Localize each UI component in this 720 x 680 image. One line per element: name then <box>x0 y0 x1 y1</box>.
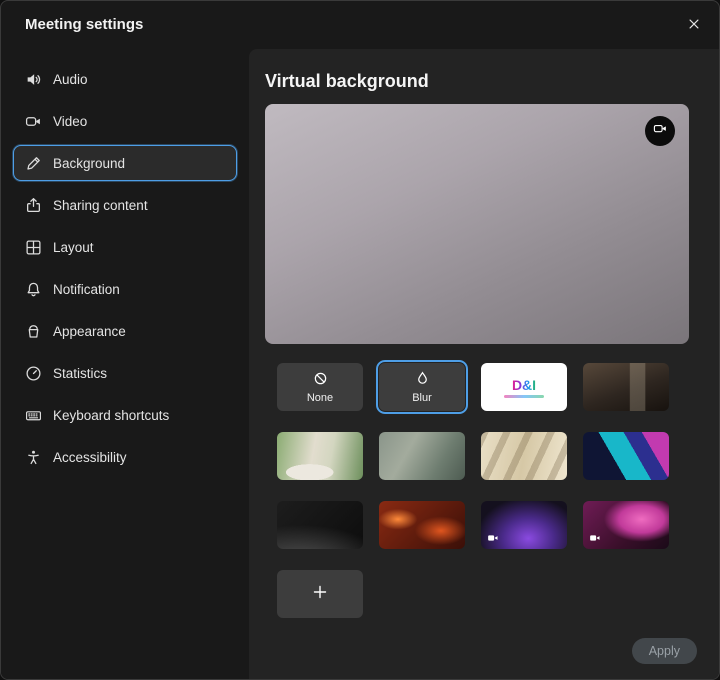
virtual-background-panel: Virtual background None Blur <box>249 49 719 679</box>
dandi-text: D&I <box>512 377 536 393</box>
sidebar-item-audio[interactable]: Audio <box>13 61 237 97</box>
sidebar-item-accessibility[interactable]: Accessibility <box>13 439 237 475</box>
settings-sidebar: Audio Video Background Sharing content L… <box>1 49 249 679</box>
meeting-settings-dialog: Meeting settings Audio Video Background <box>0 0 720 680</box>
thumbnail-office[interactable] <box>583 363 669 411</box>
none-icon <box>313 371 328 391</box>
keyboard-icon <box>25 407 42 424</box>
dialog-title: Meeting settings <box>25 16 143 33</box>
apply-button[interactable]: Apply <box>632 638 697 664</box>
sidebar-item-label: Keyboard shortcuts <box>53 408 169 423</box>
sidebar-item-label: Background <box>53 156 125 171</box>
titlebar: Meeting settings <box>1 1 719 49</box>
sidebar-item-label: Audio <box>53 72 88 87</box>
accessibility-icon <box>25 449 42 466</box>
sidebar-item-label: Notification <box>53 282 120 297</box>
add-background-button[interactable] <box>277 570 363 618</box>
flip-camera-button[interactable] <box>645 116 675 146</box>
sidebar-item-video[interactable]: Video <box>13 103 237 139</box>
close-icon <box>687 17 701 36</box>
sidebar-item-background[interactable]: Background <box>13 145 237 181</box>
sidebar-item-label: Accessibility <box>53 450 127 465</box>
thumbnail-purple-glow[interactable] <box>481 501 567 549</box>
thumbnail-blur-label: Blur <box>412 393 432 404</box>
share-icon <box>25 197 42 214</box>
sidebar-item-label: Appearance <box>53 324 126 339</box>
blur-droplet-icon <box>415 371 430 391</box>
sidebar-item-appearance[interactable]: Appearance <box>13 313 237 349</box>
camera-overlay-icon <box>589 532 601 544</box>
thumbnail-none[interactable]: None <box>277 363 363 411</box>
close-button[interactable] <box>683 15 705 37</box>
thumbnail-blurred-green[interactable] <box>379 432 465 480</box>
sidebar-item-label: Sharing content <box>53 198 148 213</box>
sidebar-item-statistics[interactable]: Statistics <box>13 355 237 391</box>
sidebar-item-label: Video <box>53 114 87 129</box>
grid-layout-icon <box>25 239 42 256</box>
thumbnail-home-plants[interactable] <box>277 432 363 480</box>
background-thumbnails: None Blur D&I <box>277 363 719 549</box>
thumbnail-abstract-teal[interactable] <box>583 432 669 480</box>
thumbnail-diversity-inclusion[interactable]: D&I <box>481 363 567 411</box>
thumbnail-blur[interactable]: Blur <box>379 363 465 411</box>
sidebar-item-label: Statistics <box>53 366 107 381</box>
thumbnail-dark-smoke[interactable] <box>277 501 363 549</box>
thumbnail-pink-abstract[interactable] <box>583 501 669 549</box>
sidebar-item-layout[interactable]: Layout <box>13 229 237 265</box>
sidebar-item-notification[interactable]: Notification <box>13 271 237 307</box>
sidebar-item-sharing-content[interactable]: Sharing content <box>13 187 237 223</box>
dandi-subtext-decoration <box>504 395 544 398</box>
panel-heading: Virtual background <box>265 71 719 92</box>
sidebar-item-keyboard-shortcuts[interactable]: Keyboard shortcuts <box>13 397 237 433</box>
flip-camera-icon <box>653 121 668 141</box>
sidebar-item-label: Layout <box>53 240 94 255</box>
camera-preview <box>265 104 689 344</box>
thumbnail-lava-texture[interactable] <box>379 501 465 549</box>
paint-bucket-icon <box>25 323 42 340</box>
speaker-icon <box>25 71 42 88</box>
camera-overlay-icon <box>487 532 499 544</box>
background-brush-icon <box>25 155 42 172</box>
plus-icon <box>312 584 328 605</box>
gauge-icon <box>25 365 42 382</box>
thumbnail-window-light[interactable] <box>481 432 567 480</box>
thumbnail-none-label: None <box>307 393 333 404</box>
camera-icon <box>25 113 42 130</box>
bell-icon <box>25 281 42 298</box>
